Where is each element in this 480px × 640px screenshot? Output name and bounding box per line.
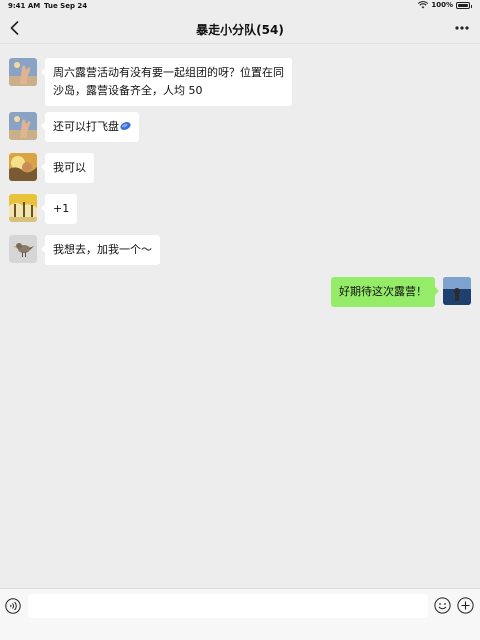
status-indicators: 100% (418, 1, 472, 9)
avatar-sunset[interactable] (9, 153, 37, 181)
chat-title: 暴走小分队(54) (196, 23, 284, 37)
message-text-line: 周六露营活动有没有要一起组团的呀？位置在同 (53, 66, 284, 79)
message-text-line: 沙岛，露营设备齐全，人均 50 (53, 84, 203, 97)
battery-icon (456, 1, 472, 9)
message-text: 好期待这次露营！ (339, 285, 427, 298)
message-row-outgoing: 好期待这次露营！ (331, 277, 471, 307)
voice-button[interactable] (5, 598, 21, 614)
status-date: Tue Sep 24 (44, 2, 88, 10)
more-button[interactable] (454, 21, 470, 35)
avatar-bird[interactable] (9, 235, 37, 263)
message-row: 我想去，加我一个～ (9, 235, 160, 265)
battery-percent: 100% (431, 1, 453, 9)
nav-bar: 暴走小分队(54) (0, 14, 480, 44)
emoji-icon (434, 597, 451, 614)
status-time: 9:41 AM (8, 2, 41, 10)
avatar-hand[interactable] (9, 58, 37, 86)
message-bubble-outgoing[interactable]: 好期待这次露营！ (331, 277, 439, 307)
avatar-sea[interactable] (443, 277, 471, 305)
message-bubble[interactable]: 周六露营活动有没有要一起组团的呀？位置在同 沙岛，露营设备齐全，人均 50 (41, 58, 292, 106)
message-row: 我可以 (9, 153, 94, 183)
message-row: 周六露营活动有没有要一起组团的呀？位置在同 沙岛，露营设备齐全，人均 50 (9, 58, 292, 106)
message-bubble[interactable]: 我想去，加我一个～ (41, 235, 160, 265)
message-bubble[interactable]: 我可以 (41, 153, 94, 183)
wifi-icon (418, 1, 429, 9)
message-input[interactable] (28, 594, 428, 618)
message-text: 还可以打飞盘 (53, 120, 119, 133)
message-row: 还可以打飞盘 (9, 112, 139, 142)
message-bubble[interactable]: 还可以打飞盘 (41, 112, 139, 142)
message-text: +1 (53, 202, 70, 215)
message-row: +1 (9, 194, 78, 224)
message-bubble[interactable]: +1 (40, 194, 78, 224)
voice-icon (5, 598, 21, 614)
avatar-trees[interactable] (9, 194, 37, 222)
avatar-hand[interactable] (9, 112, 37, 140)
message-text: 我想去，加我一个～ (53, 243, 152, 256)
more-functions-button[interactable] (457, 597, 474, 614)
more-dots-icon (455, 26, 469, 30)
message-text: 我可以 (53, 161, 86, 174)
input-bar (0, 588, 480, 640)
status-bar: 9:41 AM Tue Sep 24 100% (0, 0, 480, 14)
plus-icon (457, 597, 474, 614)
emoji-button[interactable] (434, 597, 451, 614)
frisbee-emoji-icon (120, 122, 131, 130)
